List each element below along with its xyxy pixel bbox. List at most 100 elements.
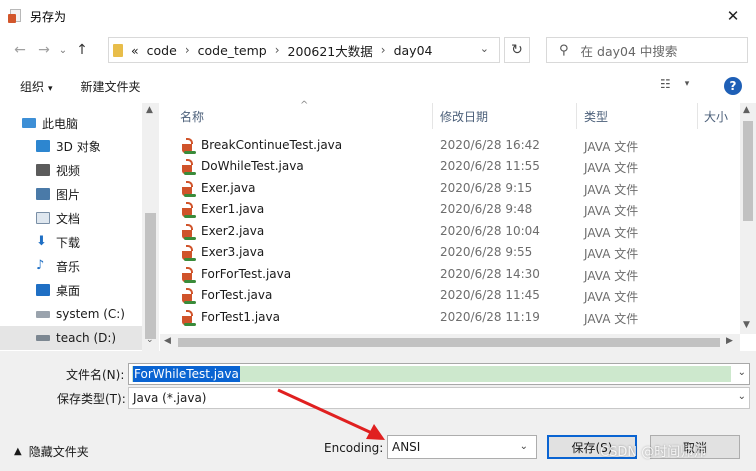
file-type: JAVA 文件 [584, 140, 639, 154]
breadcrumb-separator-icon[interactable]: › [275, 43, 280, 57]
scroll-right-icon[interactable]: ▶ [726, 336, 733, 346]
encoding-select[interactable]: ANSI ⌄ [387, 435, 537, 459]
breadcrumb-overflow[interactable]: « [131, 43, 139, 58]
address-row: ← → ⌄ ↑ « code › code_temp › 200621大数据 ›… [0, 32, 756, 68]
address-bar[interactable]: « code › code_temp › 200621大数据 › day04 ⌄ [108, 37, 500, 63]
chevron-down-icon[interactable]: ⌄ [738, 367, 746, 378]
java-file-icon [181, 138, 197, 154]
drive-icon [36, 310, 50, 318]
breadcrumb-separator-icon[interactable]: › [185, 43, 190, 57]
nav-item-desktop[interactable]: 桌面 [36, 278, 80, 302]
file-row[interactable]: Exer.java 2020/6/28 9:15 JAVA 文件 [160, 178, 740, 199]
breadcrumb-item[interactable]: code_temp [198, 43, 267, 58]
filetype-select[interactable]: Java (*.java) ⌄ [128, 387, 750, 409]
new-folder-button[interactable]: 新建文件夹 [81, 78, 141, 95]
file-list-vertical-scrollbar[interactable]: ▲ ▼ [740, 103, 756, 334]
close-icon[interactable]: ✕ [710, 0, 756, 32]
save-options-area: 文件名(N): ForWhileTest.java ⌄ 保存类型(T): Jav… [0, 351, 756, 471]
music-icon: ♪ [36, 258, 45, 273]
scrollbar-thumb[interactable] [743, 121, 753, 221]
scroll-down-icon[interactable]: ⌄ [146, 335, 154, 345]
chevron-down-icon[interactable]: ⌄ [738, 391, 746, 402]
file-date: 2020/6/28 9:55 [440, 245, 533, 259]
file-row[interactable]: Exer3.java 2020/6/28 9:55 JAVA 文件 [160, 242, 740, 263]
scroll-up-icon[interactable]: ▲ [146, 105, 153, 115]
help-icon[interactable]: ? [724, 77, 742, 95]
file-list-horizontal-scrollbar[interactable]: ◀ ▶ [160, 334, 740, 351]
nav-item-pictures[interactable]: 图片 [36, 182, 80, 206]
chevron-down-icon[interactable]: ⌄ [520, 441, 528, 452]
recent-locations-chevron-icon[interactable]: ⌄ [56, 38, 70, 62]
breadcrumb-item[interactable]: code [147, 43, 177, 58]
file-row[interactable]: ForForTest.java 2020/6/28 14:30 JAVA 文件 [160, 264, 740, 285]
filetype-label: 保存类型(T): [57, 392, 126, 406]
file-name: Exer3.java [201, 245, 265, 259]
file-date: 2020/6/28 9:48 [440, 202, 533, 216]
breadcrumb-separator-icon[interactable]: › [381, 43, 386, 57]
back-arrow-icon[interactable]: ← [8, 38, 32, 62]
file-type: JAVA 文件 [584, 247, 639, 261]
scrollbar-thumb[interactable] [178, 338, 720, 347]
file-date: 2020/6/28 11:45 [440, 288, 540, 302]
command-toolbar: 组织 ▾ 新建文件夹 ☷ ▾ ? [0, 72, 756, 100]
file-name: BreakContinueTest.java [201, 138, 343, 152]
nav-item-label: 视频 [56, 163, 81, 178]
nav-item-teach-d[interactable]: teach (D:) [0, 326, 142, 350]
view-options-icon[interactable]: ☷ [660, 77, 671, 91]
file-date: 2020/6/28 14:30 [440, 267, 540, 281]
nav-item-this-pc[interactable]: 此电脑 [22, 111, 78, 135]
column-header-date[interactable]: 修改日期 [440, 108, 488, 125]
nav-item-label: 音乐 [56, 259, 81, 274]
forward-arrow-icon[interactable]: → [32, 38, 56, 62]
file-name: Exer1.java [201, 202, 265, 216]
scroll-down-icon[interactable]: ▼ [743, 320, 750, 330]
scrollbar-thumb[interactable] [145, 213, 156, 339]
up-arrow-icon[interactable]: ↑ [70, 38, 94, 62]
file-row[interactable]: ForTest.java 2020/6/28 11:45 JAVA 文件 [160, 285, 740, 306]
encoding-value: ANSI [392, 440, 421, 454]
file-row[interactable]: ForTest1.java 2020/6/28 11:19 JAVA 文件 [160, 307, 740, 328]
file-type: JAVA 文件 [584, 204, 639, 218]
nav-item-3d-objects[interactable]: 3D 对象 [36, 134, 101, 158]
drive-icon [36, 335, 50, 341]
file-date: 2020/6/28 9:15 [440, 181, 533, 195]
refresh-icon[interactable]: ↻ [504, 37, 530, 63]
address-history-chevron-icon[interactable]: ⌄ [480, 42, 489, 55]
organize-menu-button[interactable]: 组织 ▾ [20, 78, 53, 95]
column-header-type[interactable]: 类型 [584, 108, 608, 125]
nav-item-music[interactable]: ♪ 音乐 [36, 254, 80, 278]
nav-pane-scrollbar[interactable]: ▲ ⌄ [142, 103, 159, 351]
file-row[interactable]: Exer1.java 2020/6/28 9:48 JAVA 文件 [160, 199, 740, 220]
nav-item-label: 3D 对象 [56, 139, 101, 154]
hide-folders-toggle[interactable]: ▲ 隐藏文件夹 [14, 443, 89, 460]
column-divider[interactable] [697, 103, 698, 129]
file-type: JAVA 文件 [584, 290, 639, 304]
java-file-icon [181, 267, 197, 283]
nav-item-label: 文档 [56, 211, 81, 226]
file-row[interactable]: Exer2.java 2020/6/28 10:04 JAVA 文件 [160, 221, 740, 242]
nav-item-documents[interactable]: 文档 [36, 206, 80, 230]
nav-item-downloads[interactable]: ⬇ 下载 [36, 230, 80, 254]
file-name: Exer2.java [201, 224, 265, 238]
nav-item-videos[interactable]: 视频 [36, 158, 80, 182]
nav-item-system-c[interactable]: system (C:) [36, 302, 125, 326]
search-input[interactable]: ⚲ 在 day04 中搜索 [546, 37, 748, 63]
column-header-size[interactable]: 大小 [704, 108, 728, 125]
java-file-icon [181, 181, 197, 197]
scroll-up-icon[interactable]: ▲ [743, 105, 750, 115]
breadcrumb-item[interactable]: day04 [394, 43, 433, 58]
file-date: 2020/6/28 11:19 [440, 310, 540, 324]
column-header-name[interactable]: 名称 [180, 108, 204, 125]
nav-item-label: 此电脑 [42, 116, 79, 131]
column-divider[interactable] [576, 103, 577, 129]
nav-item-label: system (C:) [56, 307, 125, 321]
filename-input[interactable]: ForWhileTest.java ⌄ [128, 363, 750, 385]
scroll-left-icon[interactable]: ◀ [164, 336, 171, 346]
file-row[interactable]: DoWhileTest.java 2020/6/28 11:55 JAVA 文件 [160, 156, 740, 177]
java-file-icon [181, 310, 197, 326]
view-options-caret-icon[interactable]: ▾ [685, 79, 690, 89]
file-row[interactable]: BreakContinueTest.java 2020/6/28 16:42 J… [160, 135, 740, 156]
breadcrumb-item[interactable]: 200621大数据 [288, 41, 373, 60]
file-list: ^ 名称 修改日期 类型 大小 BreakContinueTest.java 2… [160, 100, 756, 351]
column-divider[interactable] [432, 103, 433, 129]
